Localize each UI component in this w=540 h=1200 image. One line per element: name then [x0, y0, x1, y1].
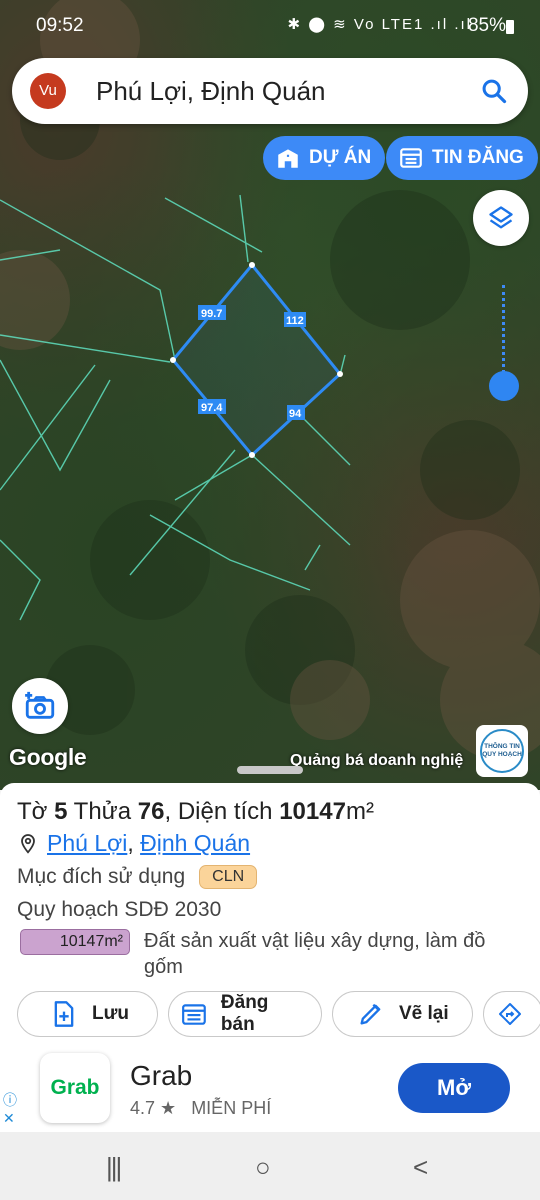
- district-link[interactable]: Định Quán: [140, 830, 250, 856]
- directions-icon: [499, 1003, 521, 1025]
- calendar-list-icon: [182, 1004, 206, 1025]
- building-icon: [278, 149, 298, 168]
- ad-meta: 4.7 ★ MIỄN PHÍ: [130, 1098, 272, 1118]
- search-bar[interactable]: Vu Phú Lợi, Định Quán: [12, 58, 528, 124]
- avatar[interactable]: Vu: [30, 73, 66, 109]
- edge-label: 99.7: [201, 308, 222, 320]
- zoom-slider-handle[interactable]: [489, 371, 519, 401]
- parcel-location: Phú Lợi, Định Quán: [19, 830, 250, 857]
- edge-label: 94: [289, 408, 302, 420]
- action-bar: Lưu Đăng bán Vẽ lại: [17, 991, 540, 1037]
- google-logo: Google: [9, 744, 87, 770]
- sheet-drag-handle[interactable]: [237, 766, 303, 774]
- plan-label: Quy hoạch SDĐ 2030: [17, 898, 222, 921]
- parcel-title: Tờ 5 Thửa 76, Diện tích 10147m²: [17, 798, 374, 825]
- ad-choices-icon[interactable]: ⓘ ✕: [3, 1090, 21, 1126]
- listings-label: TIN ĐĂNG: [432, 147, 524, 168]
- add-photo-icon: [25, 691, 55, 719]
- plan-description: Đất sản xuất vật liệu xây dựng, làm đồ g…: [144, 930, 486, 978]
- ad-app-name: Grab: [130, 1060, 193, 1091]
- search-query[interactable]: Phú Lợi, Định Quán: [96, 76, 326, 107]
- recent-apps-icon[interactable]: |||: [106, 1152, 122, 1183]
- badge-line1: THÔNG TIN: [484, 743, 520, 750]
- search-icon[interactable]: [480, 77, 508, 105]
- edge-label: 97.4: [201, 402, 223, 414]
- edge-label: 112: [286, 315, 304, 327]
- purpose-code-badge: CLN: [199, 865, 258, 889]
- grab-logo: Grab: [40, 1053, 110, 1123]
- listing-icon: [400, 148, 422, 168]
- directions-button[interactable]: [483, 991, 540, 1037]
- edit-icon: [360, 1003, 381, 1025]
- home-icon[interactable]: ○: [255, 1152, 271, 1183]
- status-time: 09:52: [36, 15, 84, 36]
- status-bar: 09:52 ✱ ⬤ ≋ Vo LTE1 .ıl .ıl 85%: [0, 0, 540, 52]
- projects-button[interactable]: DỰ ÁN: [263, 136, 386, 180]
- open-app-button[interactable]: Mở: [398, 1063, 510, 1113]
- battery-level: 85%: [467, 15, 506, 36]
- add-photo-button[interactable]: [12, 678, 68, 734]
- parcel-outline: [171, 262, 343, 458]
- layers-icon: [489, 206, 513, 229]
- listings-button[interactable]: TIN ĐĂNG: [386, 136, 538, 180]
- plan-area-badge: 10147m²: [20, 929, 130, 955]
- redraw-button[interactable]: Vẽ lại: [332, 991, 473, 1037]
- system-nav-bar: ||| ○ <: [0, 1132, 540, 1200]
- location-pin-icon: [21, 833, 35, 854]
- layers-button[interactable]: [473, 190, 529, 246]
- planning-info-button[interactable]: THÔNG TIN QUY HOẠCH: [476, 725, 528, 777]
- badge-line2: QUY HOẠCH: [482, 751, 522, 758]
- zoom-slider-track[interactable]: [502, 285, 505, 385]
- parcel-info-sheet: Tờ 5 Thửa 76, Diện tích 10147m² Phú Lợi,…: [0, 783, 540, 1048]
- save-button[interactable]: Lưu: [17, 991, 158, 1037]
- battery-icon: [506, 20, 514, 34]
- promote-business-link[interactable]: Quảng bá doanh nghiệ: [290, 752, 463, 770]
- post-for-sale-button[interactable]: Đăng bán: [168, 991, 322, 1037]
- commune-link[interactable]: Phú Lợi: [47, 830, 127, 856]
- land-use-purpose: Mục đích sử dụng CLN: [17, 865, 258, 889]
- ad-banner[interactable]: ⓘ ✕ Grab Grab 4.7 ★ MIỄN PHÍ Mở: [0, 1048, 540, 1132]
- projects-label: DỰ ÁN: [309, 147, 372, 168]
- back-icon[interactable]: <: [413, 1152, 428, 1183]
- add-file-icon: [54, 1001, 74, 1027]
- status-icons: ✱ ⬤ ≋ Vo LTE1 .ıl .ıl: [287, 16, 472, 33]
